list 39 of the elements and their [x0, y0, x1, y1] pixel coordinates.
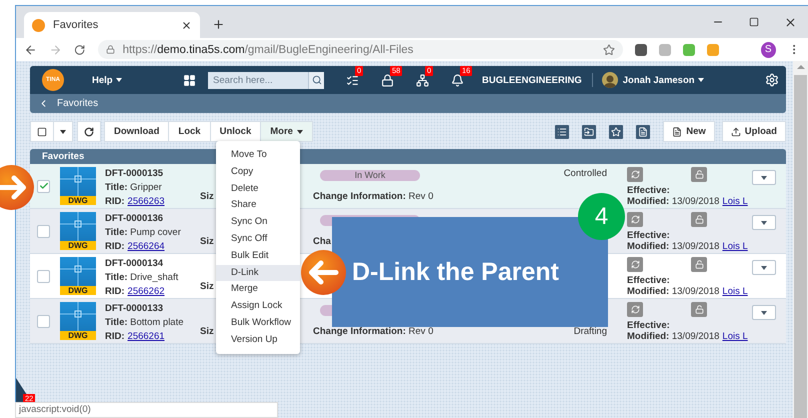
state-text: Controlled — [564, 167, 607, 181]
table-title: Favorites — [42, 151, 84, 162]
size-label: Siz — [200, 280, 214, 294]
document-number: DFT-0000133 — [105, 302, 164, 316]
modified-date: Modified: 13/09/2018 — [627, 331, 720, 342]
tab-title: Favorites — [53, 19, 100, 31]
document-number: DFT-0000134 — [105, 257, 164, 271]
size-label: Siz — [200, 190, 214, 204]
status-bar: javascript:void(0) — [15, 402, 278, 418]
breadcrumb-title: Favorites — [57, 98, 98, 109]
document-title: Title: Bottom plate — [105, 316, 185, 330]
rid-label: RID: — [105, 196, 125, 207]
document-title: Title: Drive_shaft — [105, 271, 180, 285]
effective-label: Effective: — [627, 230, 671, 241]
modified-date: Modified: 13/09/2018 — [627, 196, 720, 207]
document-title: Title: Pump cover — [105, 226, 182, 240]
file-type-label: DWG — [60, 286, 96, 295]
change-information: Change Information: Rev 0 — [313, 325, 434, 339]
modified-date: Modified: 13/09/2018 — [627, 286, 720, 297]
file-type-label: DWG — [60, 241, 96, 250]
rid-label: RID: — [105, 286, 125, 297]
company-name: BUGLEENGINEERING — [482, 74, 582, 86]
file-type-label: DWG — [60, 331, 96, 340]
effective-label: Effective: — [627, 320, 671, 331]
file-type-label: DWG — [60, 196, 96, 205]
change-information: Cha — [313, 235, 332, 249]
effective-label: Effective: — [627, 185, 671, 196]
document-title: Title: Gripper — [105, 181, 163, 195]
document-number: DFT-0000135 — [105, 167, 164, 181]
modified-date: Modified: 13/09/2018 — [627, 241, 720, 252]
workflow-text: Drafting — [574, 325, 607, 339]
rid-label: RID: — [105, 331, 125, 342]
document-number: DFT-0000136 — [105, 212, 164, 226]
rid-label: RID: — [105, 241, 125, 252]
size-label: Siz — [200, 325, 214, 339]
size-label: Siz — [200, 235, 214, 249]
status-pill: In Work — [320, 170, 420, 181]
change-information: Change Information: Rev 0 — [313, 190, 434, 204]
effective-label: Effective: — [627, 275, 671, 286]
